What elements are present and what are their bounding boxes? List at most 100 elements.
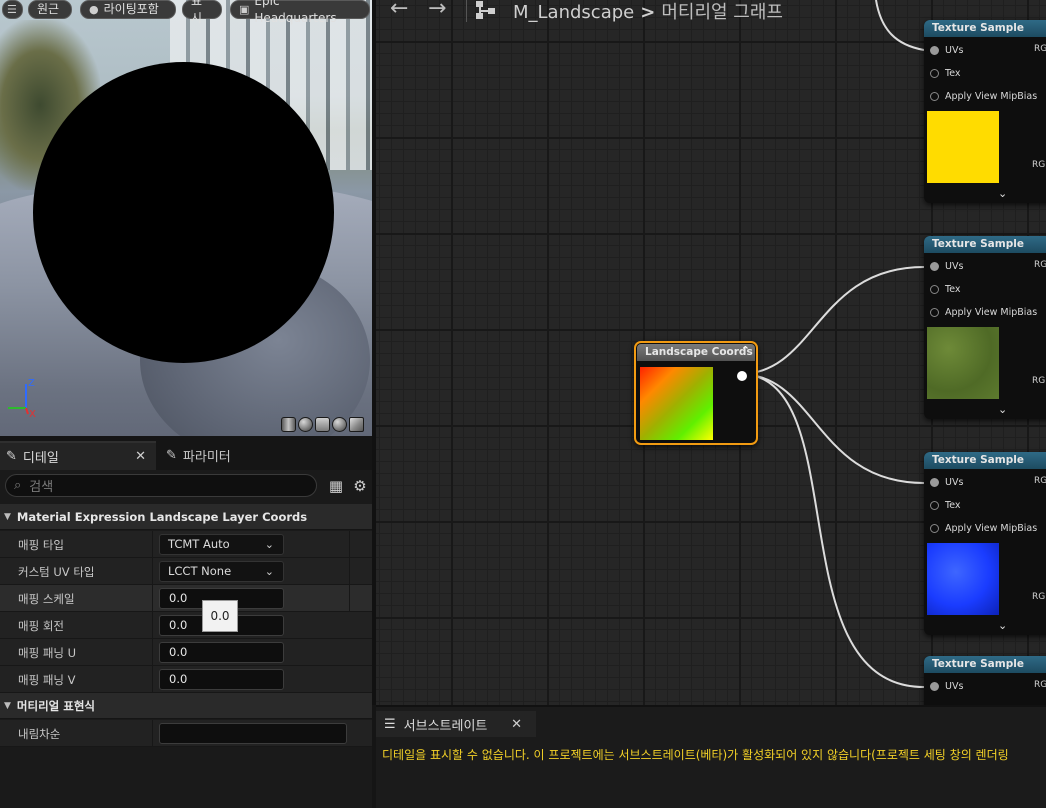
pin-uvs[interactable]: UVs	[930, 679, 963, 693]
perspective-label: 원근	[37, 2, 60, 16]
pin-uvs[interactable]: UVs	[930, 475, 963, 489]
pencil-icon: ✎	[166, 448, 177, 463]
close-icon[interactable]: ✕	[511, 717, 522, 732]
pin-uvs[interactable]: UVs	[930, 259, 963, 273]
category-title: Material Expression Landscape Layer Coor…	[16, 509, 308, 524]
pin-tex[interactable]: Tex	[930, 282, 961, 296]
custom-uv-type-dropdown[interactable]: LCCT None ⌄	[159, 561, 284, 582]
wire	[739, 266, 925, 375]
chevron-down-icon: ⌄	[264, 565, 274, 578]
node-title: Texture Sample	[924, 20, 1046, 37]
plane-icon[interactable]	[315, 417, 330, 432]
x-axis-line	[25, 407, 29, 415]
property-row-desc: 내림차순	[0, 720, 372, 747]
details-panel: ✎ 디테일 ✕ ✎ 파라미터 ⌕ 검색 ▦ ⚙ ▼ Material Expre…	[0, 436, 372, 808]
chevron-down-icon: ⌄	[264, 538, 274, 551]
desc-field[interactable]	[159, 723, 347, 744]
pin-apply-view-mipbias[interactable]: Apply View MipBias	[930, 521, 1037, 535]
texture-preview	[927, 111, 999, 183]
viewport-menu-button[interactable]: ☰	[2, 0, 23, 19]
property-row-mapping-pan-u: 매핑 패닝 U 0.0	[0, 639, 372, 666]
pin-apply-view-mipbias[interactable]: Apply View MipBias	[930, 305, 1037, 319]
material-graph-canvas[interactable]: ← → M_Landscape > 머티리얼 그래프 Landscape Coord…	[372, 0, 1046, 705]
landscape-coords-node[interactable]: Landscape Coords ⌃	[634, 341, 758, 445]
tab-details[interactable]: ✎ 디테일 ✕	[0, 441, 156, 470]
pin-apply-view-mipbias[interactable]: Apply View MipBias	[930, 89, 1037, 103]
lit-sphere-icon: ●	[89, 3, 99, 16]
texture-sample-node[interactable]: Texture Sample UVs RG	[924, 656, 1046, 705]
category-material-expression[interactable]: ▼ 머티리얼 표현식	[0, 693, 372, 719]
cube-icon[interactable]	[349, 417, 364, 432]
chevron-down-icon[interactable]: ⌄	[998, 619, 1007, 632]
environment-label: Epic Headquarters	[254, 0, 337, 25]
environment-button[interactable]: ▣ Epic Headquarters	[230, 0, 370, 25]
breadcrumb: M_Landscape > 머티리얼 그래프	[513, 0, 783, 24]
search-icon: ⌕	[14, 478, 22, 493]
forward-arrow-icon[interactable]: →	[428, 0, 446, 21]
pencil-icon: ✎	[6, 449, 17, 464]
pin-icon	[930, 500, 939, 510]
show-button[interactable]: 표시	[182, 0, 222, 25]
property-label: 매핑 패닝 V	[18, 673, 76, 687]
output-label: RGB	[1032, 592, 1046, 602]
search-placeholder: 검색	[29, 480, 54, 495]
perspective-button[interactable]: 원근	[28, 0, 72, 19]
collapse-triangle-icon: ▼	[4, 700, 11, 711]
substrate-message: 디테일을 표시할 수 없습니다. 이 프로젝트에는 서브스트레이트(베타)가 활…	[382, 748, 1009, 762]
chevron-down-icon[interactable]: ⌄	[998, 403, 1007, 416]
chevron-down-icon[interactable]: ⌄	[998, 187, 1007, 200]
hierarchy-icon	[476, 1, 495, 19]
pin-icon	[930, 477, 939, 487]
mapping-pan-u-field[interactable]: 0.0	[159, 642, 284, 663]
sphere-icon[interactable]	[298, 417, 313, 432]
substrate-panel: ☰ 서브스트레이트 ✕ 디테일을 표시할 수 없습니다. 이 프로젝트에는 서브…	[376, 705, 1046, 808]
breadcrumb-root[interactable]: M_Landscape	[513, 2, 634, 23]
pin-uvs[interactable]: UVs	[930, 43, 963, 57]
pin-tex[interactable]: Tex	[930, 66, 961, 80]
texture-preview	[927, 327, 999, 399]
node-title: Texture Sample	[924, 236, 1046, 253]
gear-icon[interactable]: ⚙	[351, 477, 369, 495]
sphere-icon[interactable]	[332, 417, 347, 432]
pin-tex[interactable]: Tex	[930, 498, 961, 512]
mapping-pan-v-field[interactable]: 0.0	[159, 669, 284, 690]
property-row-mapping-scale: 매핑 스케일 0.0	[0, 585, 372, 612]
search-input[interactable]: ⌕ 검색	[5, 474, 317, 497]
table-view-icon[interactable]: ▦	[327, 477, 345, 495]
mapping-type-dropdown[interactable]: TCMT Auto ⌄	[159, 534, 284, 555]
texture-preview	[927, 543, 999, 615]
axis-gizmo: Z X	[8, 378, 36, 420]
property-row-mapping-pan-v: 매핑 패닝 V 0.0	[0, 666, 372, 693]
property-row-mapping-type: 매핑 타입 TCMT Auto ⌄	[0, 531, 372, 558]
tab-substrate[interactable]: ☰ 서브스트레이트 ✕	[376, 711, 536, 737]
node-title: Landscape Coords	[637, 344, 755, 361]
output-label: RG	[1034, 680, 1046, 690]
texture-sample-node[interactable]: Texture Sample UVs Tex Apply View MipBia…	[924, 236, 1046, 419]
category-landscape-layer-coords[interactable]: ▼ Material Expression Landscape Layer Co…	[0, 504, 372, 530]
node-title: Texture Sample	[924, 452, 1046, 469]
node-title: Texture Sample	[924, 656, 1046, 673]
output-label: RG	[1034, 476, 1046, 486]
property-label: 매핑 회전	[18, 619, 64, 633]
hamburger-menu-icon: ☰	[7, 3, 17, 16]
chevron-up-icon[interactable]: ⌃	[741, 344, 750, 357]
breadcrumb-separator: >	[640, 2, 656, 23]
back-arrow-icon[interactable]: ←	[390, 0, 408, 21]
property-row-custom-uv-type: 커스텀 UV 타입 LCCT None ⌄	[0, 558, 372, 585]
cylinder-icon[interactable]	[281, 417, 296, 432]
material-preview-viewport[interactable]: ☰ 원근 ● 라이팅포함 표시 ▣ Epic Headquarters Z X	[0, 0, 372, 436]
texture-sample-node[interactable]: Texture Sample UVs Tex Apply View MipBia…	[924, 20, 1046, 203]
lit-mode-button[interactable]: ● 라이팅포함	[80, 0, 176, 19]
pin-icon	[930, 284, 939, 294]
dropdown-value: TCMT Auto	[168, 537, 230, 551]
tab-parameters[interactable]: ✎ 파라미터	[160, 441, 290, 470]
pin-icon	[930, 68, 939, 78]
wire	[739, 373, 925, 688]
texture-sample-node[interactable]: Texture Sample UVs Tex Apply View MipBia…	[924, 452, 1046, 635]
output-pin[interactable]	[737, 371, 747, 381]
pin-icon	[930, 261, 939, 271]
preview-shape-bar	[281, 417, 364, 432]
close-icon[interactable]: ✕	[135, 449, 146, 464]
pin-icon	[930, 91, 939, 101]
property-label: 매핑 패닝 U	[18, 646, 77, 660]
